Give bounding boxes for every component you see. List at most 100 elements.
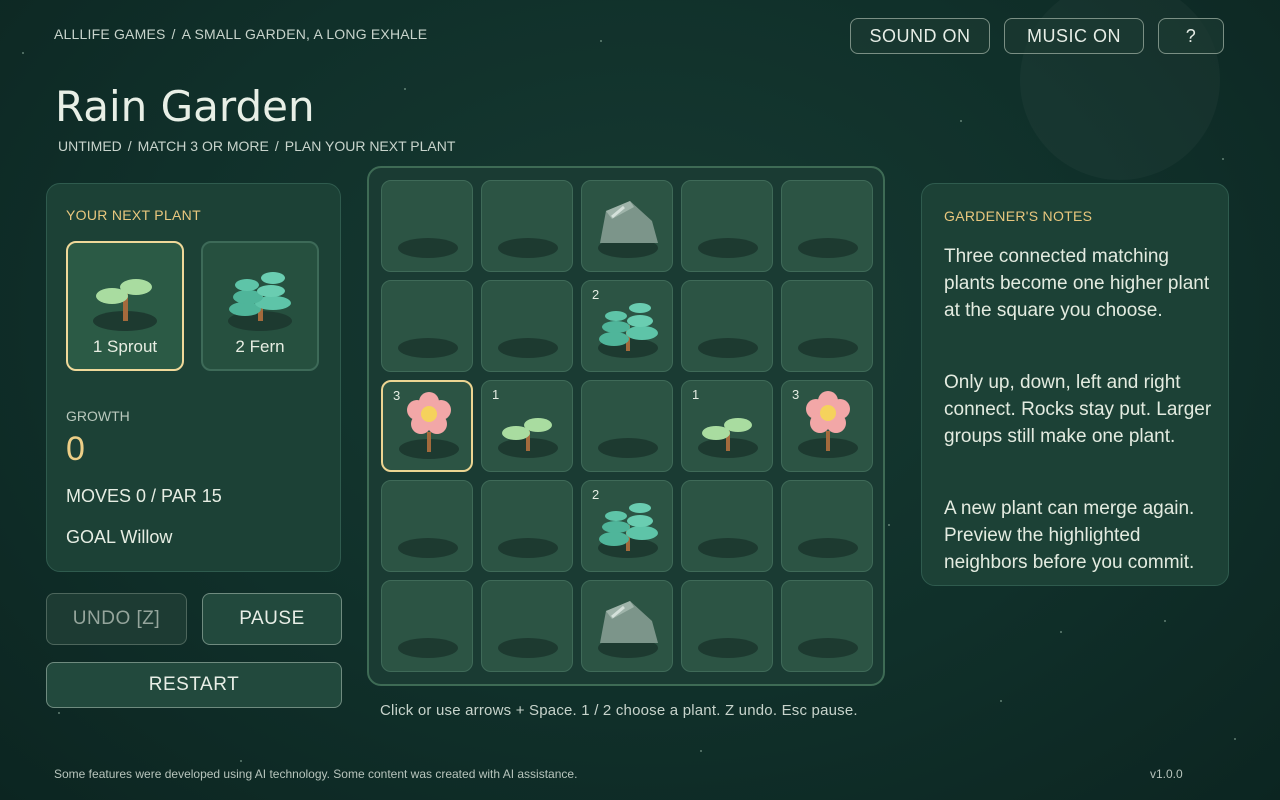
cell-count: 3	[792, 387, 800, 402]
board-cell[interactable]	[681, 180, 773, 272]
note-paragraph: A new plant can merge again. Preview the…	[944, 498, 1195, 573]
goal-text: GOAL Willow	[66, 527, 173, 547]
board-cell[interactable]	[581, 380, 673, 472]
breadcrumb-publisher[interactable]: ALLLIFE GAMES	[54, 26, 166, 42]
star-dot	[600, 40, 602, 42]
subtitle-untimed: UNTIMED	[58, 138, 122, 154]
board-cell[interactable]: 2	[581, 280, 673, 372]
star-dot	[1234, 738, 1236, 740]
soil-icon	[398, 338, 458, 358]
music-toggle-button[interactable]: MUSIC ON	[1004, 18, 1144, 54]
sound-toggle-button[interactable]: SOUND ON	[850, 18, 990, 54]
board-cell[interactable]	[481, 280, 573, 372]
soil-icon	[398, 238, 458, 258]
board-cell[interactable]	[681, 480, 773, 572]
fern-icon	[228, 272, 292, 331]
page-title: Rain Garden	[55, 82, 315, 131]
gardener-notes-panel: GARDENER'S NOTES Three connected matchin…	[921, 183, 1229, 586]
soil-icon	[498, 638, 558, 658]
soil-icon	[698, 238, 758, 258]
sprout-icon	[93, 279, 157, 331]
restart-button[interactable]: RESTART	[46, 662, 342, 708]
cell-count: 1	[492, 387, 500, 402]
star-dot	[1000, 700, 1002, 702]
board-cell[interactable]: 1	[681, 380, 773, 472]
rock-icon	[598, 601, 658, 658]
cell-count: 2	[592, 487, 600, 502]
note-paragraph: Three connected matching plants become o…	[944, 246, 1210, 321]
star-dot	[22, 52, 24, 54]
soil-icon	[498, 338, 558, 358]
soil-icon	[398, 538, 458, 558]
notes-label: GARDENER'S NOTES	[944, 208, 1093, 224]
star-dot	[404, 88, 406, 90]
subtitle-separator: /	[127, 138, 132, 154]
board-cell[interactable]	[381, 280, 473, 372]
soil-icon	[498, 238, 558, 258]
board-cell[interactable]	[781, 280, 873, 372]
soil-icon	[798, 238, 858, 258]
next-plant-label: YOUR NEXT PLANT	[66, 207, 201, 223]
star-dot	[240, 760, 242, 762]
soil-icon	[698, 338, 758, 358]
board-cell[interactable]: 1	[481, 380, 573, 472]
game-board: 2 3 1 1 3 2	[367, 166, 885, 686]
mode-subtitle: UNTIMED / MATCH 3 OR MORE / PLAN YOUR NEXT P…	[58, 138, 455, 154]
breadcrumb-game: A SMALL GARDEN, A LONG EXHALE	[181, 26, 428, 42]
rock-icon	[598, 201, 658, 258]
soil-icon	[798, 338, 858, 358]
subtitle-rule: MATCH 3 OR MORE	[137, 138, 269, 154]
next-plant-panel: YOUR NEXT PLANT 1 Sprout 2 Fern GROWTH 0…	[46, 183, 341, 572]
plant-option-sprout[interactable]: 1 Sprout	[66, 241, 184, 371]
board-cell[interactable]	[381, 480, 473, 572]
help-button[interactable]: ?	[1158, 18, 1224, 54]
soil-icon	[798, 638, 858, 658]
controls-hint: Click or use arrows + Space. 1 / 2 choos…	[380, 702, 858, 719]
star-dot	[1060, 631, 1062, 633]
soil-icon	[498, 538, 558, 558]
soil-icon	[698, 638, 758, 658]
undo-button[interactable]: UNDO [Z]	[46, 593, 187, 645]
note-paragraph: Only up, down, left and right connect. R…	[944, 372, 1212, 447]
board-cell[interactable]	[481, 480, 573, 572]
board-cell[interactable]	[581, 580, 673, 672]
board-cell[interactable]	[481, 180, 573, 272]
board-cell[interactable]	[381, 580, 473, 672]
board-cell[interactable]	[381, 180, 473, 272]
plant-option-fern-label: 2 Fern	[235, 337, 285, 356]
moves-counter: MOVES 0 / PAR 15	[66, 486, 222, 506]
cell-count: 2	[592, 287, 600, 302]
star-dot	[700, 750, 702, 752]
subtitle-separator: /	[274, 138, 279, 154]
board-cell[interactable]: 3	[781, 380, 873, 472]
plant-option-fern[interactable]: 2 Fern	[201, 241, 319, 371]
breadcrumb: ALLLIFE GAMES / A SMALL GARDEN, A LONG EXH…	[54, 26, 427, 42]
soil-icon	[398, 638, 458, 658]
board-cell[interactable]	[781, 580, 873, 672]
soil-icon	[798, 538, 858, 558]
star-dot	[58, 712, 60, 714]
board-cell[interactable]	[481, 580, 573, 672]
cell-count: 3	[393, 388, 401, 403]
ai-disclaimer: Some features were developed using AI te…	[54, 767, 578, 781]
star-dot	[1164, 620, 1166, 622]
board-cell[interactable]: 3	[381, 380, 473, 472]
growth-label: GROWTH	[66, 408, 130, 424]
soil-icon	[698, 538, 758, 558]
version-label: v1.0.0	[1150, 767, 1183, 781]
board-cell[interactable]	[581, 180, 673, 272]
board-cell[interactable]	[681, 580, 773, 672]
breadcrumb-separator: /	[171, 26, 176, 42]
star-dot	[1222, 158, 1224, 160]
pause-button[interactable]: PAUSE	[202, 593, 342, 645]
board-cell[interactable]	[781, 480, 873, 572]
board-cell[interactable]	[681, 280, 773, 372]
board-cell[interactable]: 2	[581, 480, 673, 572]
subtitle-tip: PLAN YOUR NEXT PLANT	[284, 138, 456, 154]
growth-value: 0	[66, 430, 85, 468]
cell-count: 1	[692, 387, 700, 402]
board-cell[interactable]	[781, 180, 873, 272]
plant-option-sprout-label: 1 Sprout	[92, 337, 158, 356]
star-dot	[888, 524, 890, 526]
star-dot	[960, 120, 962, 122]
